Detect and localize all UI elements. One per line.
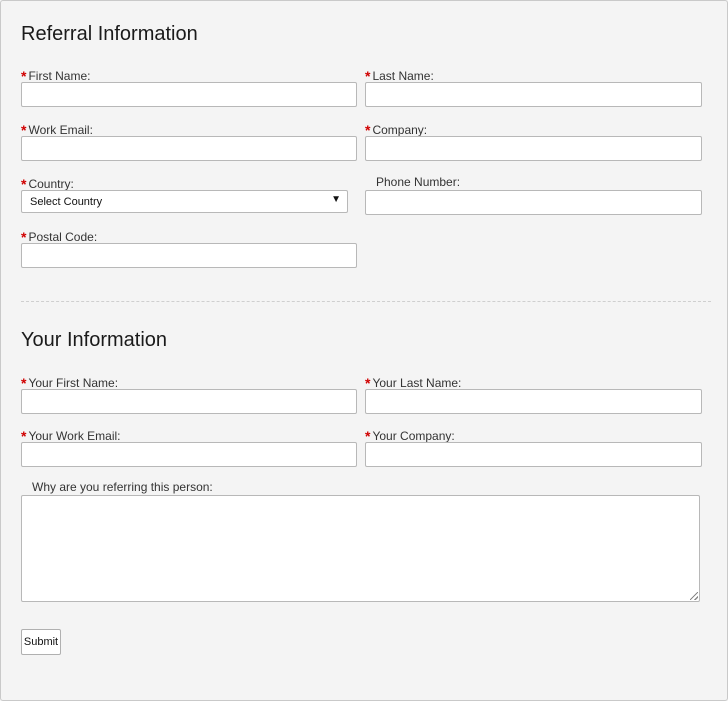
last-name-label: * Last Name: — [365, 68, 434, 84]
country-select[interactable]: Select Country ▼ — [21, 190, 348, 213]
postal-code-label: * Postal Code: — [21, 229, 98, 245]
phone-number-input[interactable] — [365, 190, 702, 215]
dropdown-arrow-icon: ▼ — [331, 194, 341, 205]
your-first-name-label: * Your First Name: — [21, 375, 119, 391]
country-label: * Country: — [21, 176, 74, 192]
your-company-input[interactable] — [365, 442, 702, 467]
phone-number-label: Phone Number: — [376, 175, 461, 189]
your-first-name-input[interactable] — [21, 389, 357, 414]
your-work-email-input[interactable] — [21, 442, 357, 467]
postal-code-input[interactable] — [21, 243, 357, 268]
form-container: Referral Information * First Name: * Last … — [0, 0, 728, 701]
company-input[interactable] — [365, 136, 702, 161]
company-label: * Company: — [365, 122, 428, 138]
work-email-input[interactable] — [21, 136, 357, 161]
work-email-label: * Work Email: — [21, 122, 93, 138]
your-work-email-label: * Your Work Email: — [21, 428, 121, 444]
first-name-input[interactable] — [21, 82, 357, 107]
reason-textarea[interactable] — [21, 495, 700, 602]
your-last-name-input[interactable] — [365, 389, 702, 414]
referral-section-title: Referral Information — [21, 23, 198, 45]
your-last-name-label: * Your Last Name: — [365, 375, 462, 391]
your-section-title: Your Information — [21, 329, 168, 351]
section-divider — [21, 301, 711, 302]
submit-button[interactable]: Submit — [21, 629, 61, 655]
last-name-input[interactable] — [365, 82, 702, 107]
reason-label: Why are you referring this person: — [32, 480, 213, 494]
country-select-value: Select Country — [30, 196, 103, 208]
your-company-label: * Your Company: — [365, 428, 455, 444]
resize-grip-icon[interactable] — [690, 592, 698, 600]
first-name-label: * First Name: — [21, 68, 91, 84]
